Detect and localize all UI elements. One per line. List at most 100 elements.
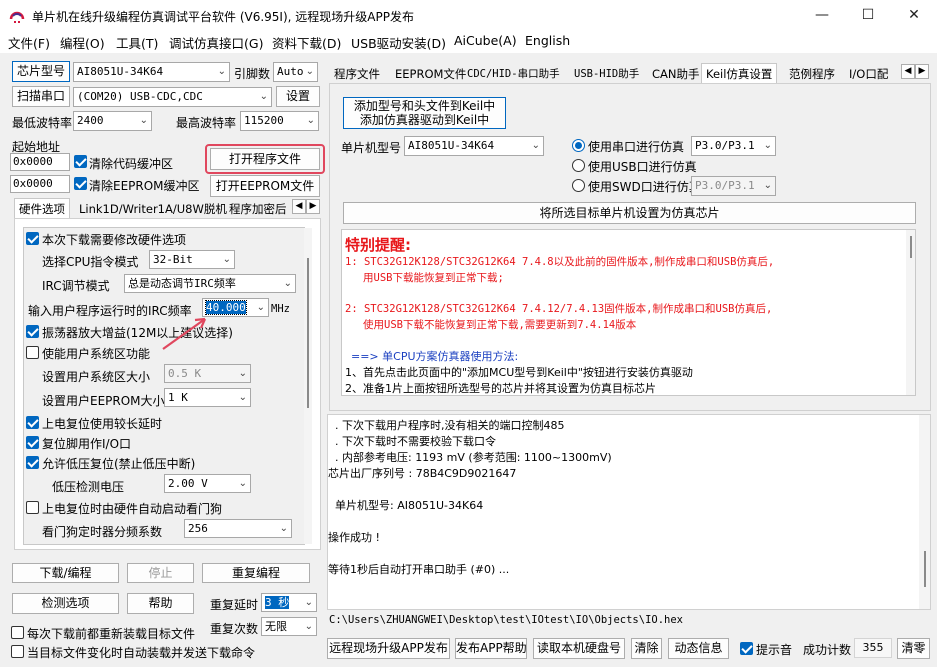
tab-program-encrypt[interactable]: 程序加密后 [224, 198, 290, 218]
log-scroll-thumb[interactable] [924, 551, 926, 587]
reset-count-button[interactable]: 清零 [897, 638, 930, 659]
chevron-down-icon: ⌄ [283, 278, 292, 289]
set-sim-chip-button[interactable]: 将所选目标单片机设置为仿真芯片 [343, 202, 916, 224]
pins-select[interactable]: Auto ⌄ [273, 62, 318, 82]
tab-scroll-right-button[interactable]: ▶ [306, 199, 320, 214]
stop-button[interactable]: 停止 [127, 563, 194, 583]
chevron-down-icon: ⌄ [238, 368, 247, 379]
scan-port-button[interactable]: 扫描串口 [12, 86, 70, 107]
notice-scrollbar[interactable] [906, 230, 915, 395]
cpu-mode-value: 32-Bit [153, 253, 193, 266]
settings-button[interactable]: 设置 [276, 86, 320, 107]
tab-usb-hid-assistant[interactable]: USB-HID助手 [569, 63, 644, 83]
usb-sim-radio[interactable] [572, 159, 585, 172]
eeprom-start-address[interactable]: 0x0000 [10, 175, 70, 193]
user-system-checkbox[interactable] [26, 346, 39, 359]
auto-send-checkbox[interactable] [11, 645, 24, 658]
reset-io-checkbox[interactable] [26, 436, 39, 449]
hw-options-scrollbar[interactable] [304, 228, 312, 544]
serial-port-select[interactable]: P3.0/P3.1 ⌄ [691, 136, 776, 156]
modify-hw-checkbox[interactable] [26, 232, 39, 245]
cpu-mode-select[interactable]: 32-Bit ⌄ [149, 250, 235, 269]
lvr-checkbox[interactable] [26, 456, 39, 469]
tab-scroll-left-button[interactable]: ◀ [292, 199, 306, 214]
chevron-down-icon: ⌄ [304, 597, 313, 608]
tab-cdc-serial-assistant[interactable]: CDC/HID-串口助手 [462, 63, 565, 83]
menu-debug-interface[interactable]: 调试仿真接口(G) [169, 33, 263, 52]
eeprom-size-select[interactable]: 1 K ⌄ [164, 388, 251, 407]
user-system-label: 使能用户系统区功能 [42, 347, 151, 361]
serial-sim-radio[interactable] [572, 139, 585, 152]
mcu-model-select[interactable]: AI8051U-34K64 ⌄ [404, 136, 544, 156]
repeat-delay-label: 重复延时 [210, 598, 259, 612]
clear-log-button[interactable]: 清除 [631, 638, 662, 659]
help-button[interactable]: 帮助 [127, 593, 194, 614]
tab-eeprom-file[interactable]: EEPROM文件 [390, 63, 471, 83]
code-start-address[interactable]: 0x0000 [10, 153, 70, 171]
minimize-button[interactable]: — [799, 0, 845, 31]
port-select[interactable]: (COM20) USB-CDC,CDC ⌄ [73, 87, 272, 107]
tab-examples[interactable]: 范例程序 [784, 63, 840, 83]
repeat-count-select[interactable]: 无限 ⌄ [261, 617, 317, 636]
open-eeprom-file-button[interactable]: 打开EEPROM文件 [210, 175, 320, 197]
user-system-size-select[interactable]: 0.5 K ⌄ [164, 364, 251, 383]
right-tab-scroll-left-button[interactable]: ◀ [901, 64, 915, 79]
irc-mode-select[interactable]: 总是动态调节IRC频率 ⌄ [124, 274, 296, 293]
menu-usb-driver[interactable]: USB驱动安装(D) [351, 33, 446, 52]
check-options-button[interactable]: 检测选项 [12, 593, 119, 614]
chevron-down-icon: ⌄ [222, 254, 231, 265]
tab-program-file[interactable]: 程序文件 [329, 63, 385, 83]
lvd-select[interactable]: 2.00 V ⌄ [164, 474, 251, 493]
dynamic-info-button[interactable]: 动态信息 [668, 638, 729, 659]
clear-code-label: 清除代码缓冲区 [89, 157, 174, 171]
log-scrollbar[interactable] [919, 415, 930, 609]
wdt-checkbox[interactable] [26, 501, 39, 514]
hw-options-scroll-thumb[interactable] [307, 258, 309, 408]
menu-program[interactable]: 编程(O) [60, 33, 105, 52]
menu-downloads[interactable]: 资料下载(D) [272, 33, 341, 52]
add-to-keil-button[interactable]: 添加型号和头文件到Keil中 添加仿真器驱动到Keil中 [343, 97, 506, 129]
chip-model-button[interactable]: 芯片型号 [12, 61, 70, 82]
tab-io-config[interactable]: I/O口配 [844, 63, 904, 83]
beep-checkbox[interactable] [740, 642, 753, 655]
menu-aicube[interactable]: AiCube(A) [454, 33, 517, 48]
chevron-down-icon: ⌄ [306, 115, 315, 126]
tab-hardware-options[interactable]: 硬件选项 [14, 198, 70, 218]
clear-eeprom-checkbox[interactable] [74, 177, 87, 190]
chip-model-select[interactable]: AI8051U-34K64 ⌄ [73, 62, 230, 82]
menu-file[interactable]: 文件(F) [8, 33, 50, 52]
wdt-divider-select[interactable]: 256 ⌄ [184, 519, 292, 538]
swd-sim-radio[interactable] [572, 179, 585, 192]
maximize-button[interactable]: ☐ [845, 0, 891, 31]
repeat-program-button[interactable]: 重复编程 [202, 563, 310, 583]
max-baud-select[interactable]: 115200 ⌄ [240, 111, 319, 131]
output-log[interactable]: . 下次下载用户程序时,没有相关的端口控制485 . 下次下载时不需要校验下载口… [327, 414, 931, 610]
publish-app-help-button[interactable]: 发布APP帮助 [455, 638, 527, 659]
user-system-size-value: 0.5 K [168, 367, 202, 380]
open-program-file-button[interactable]: 打开程序文件 [210, 148, 320, 170]
min-baud-select[interactable]: 2400 ⌄ [73, 111, 152, 131]
right-tab-scroll-right-button[interactable]: ▶ [915, 64, 929, 79]
download-program-button[interactable]: 下载/编程 [12, 563, 119, 583]
cpu-mode-label: 选择CPU指令模式 [42, 255, 139, 269]
menu-english[interactable]: English [525, 33, 570, 48]
notice-textbox[interactable]: 特别提醒: 1: STC32G12K128/STC32G12K64 7.4.8以… [341, 229, 916, 396]
power-delay-checkbox[interactable] [26, 416, 39, 429]
reload-each-checkbox[interactable] [11, 626, 24, 639]
irc-freq-unit: MHz [271, 303, 290, 315]
notice-scroll-thumb[interactable] [910, 236, 912, 258]
swd-port-select[interactable]: P3.0/P3.1 ⌄ [691, 176, 776, 196]
repeat-count-value: 无限 [265, 620, 287, 633]
menu-tools[interactable]: 工具(T) [116, 33, 158, 52]
tab-keil-sim[interactable]: Keil仿真设置 [701, 63, 778, 83]
tab-offline-writer[interactable]: Link1D/Writer1A/U8W脱机 [74, 198, 232, 218]
remote-app-publish-button[interactable]: 远程现场升级APP发布 [327, 638, 450, 659]
clear-code-checkbox[interactable] [74, 155, 87, 168]
repeat-count-label: 重复次数 [210, 622, 259, 636]
swd-sim-label: 使用SWD口进行仿真 [588, 180, 701, 194]
tab-can-assistant[interactable]: CAN助手 [647, 63, 705, 83]
repeat-delay-select[interactable]: 3 秒 ⌄ [261, 593, 317, 612]
close-button[interactable]: ✕ [891, 0, 937, 31]
read-disk-id-button[interactable]: 读取本机硬盘号 [533, 638, 625, 659]
osc-gain-checkbox[interactable] [26, 325, 39, 338]
